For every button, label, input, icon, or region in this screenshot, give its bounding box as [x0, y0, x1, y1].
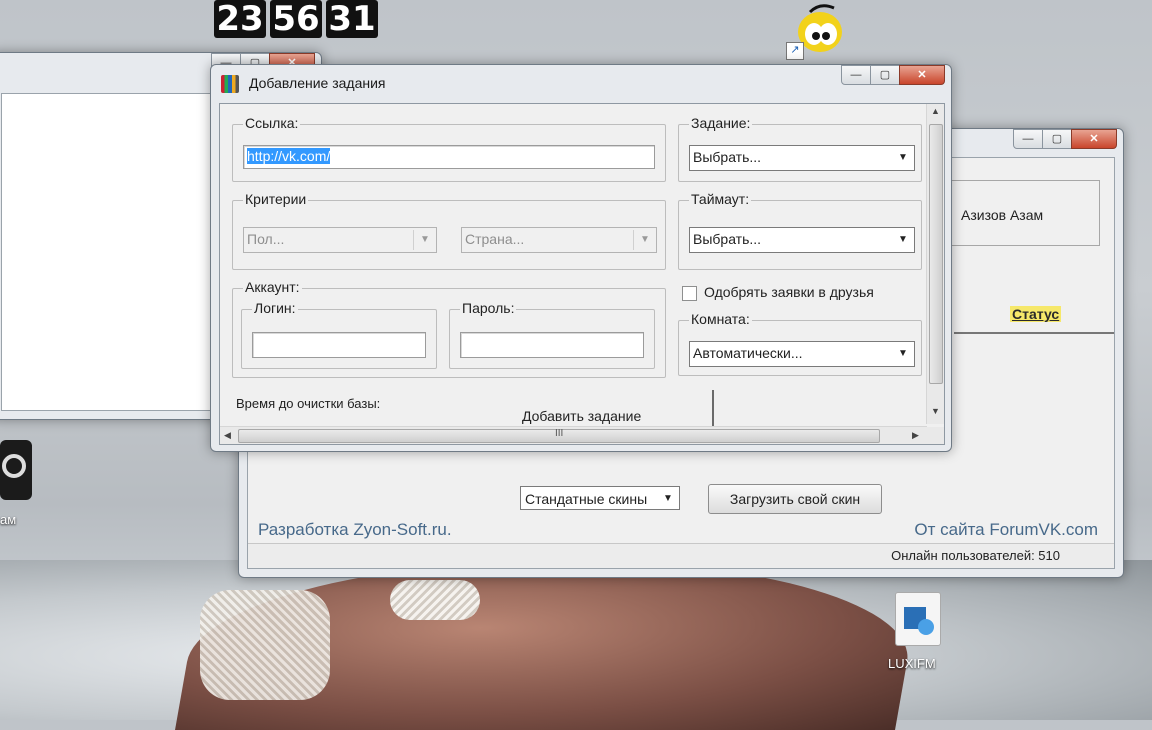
developer-link[interactable]: Разработка Zyon-Soft.ru.	[258, 520, 452, 540]
close-button[interactable]: ✕	[1071, 129, 1117, 149]
resize-grip-icon[interactable]	[927, 427, 944, 444]
add-task-dialog[interactable]: Добавление задания — ▢ ✕ Ссылка: http://…	[210, 64, 952, 452]
chevron-down-icon: ▼	[663, 493, 673, 504]
link-input-value: http://vk.com/	[247, 148, 331, 164]
account-group-label: Аккаунт:	[243, 279, 302, 295]
criteria-group: Критерии Пол... ▼ Страна... ▼	[232, 191, 666, 270]
timeout-group: Таймаут: Выбрать... ▼	[678, 191, 922, 270]
vertical-scrollbar[interactable]: ▲ ▼	[926, 104, 944, 424]
status-bar: Онлайн пользователей: 510	[248, 543, 1114, 568]
room-select-value: Автоматически...	[693, 345, 803, 361]
account-group: Аккаунт: Логин: Пароль:	[232, 279, 666, 378]
close-button[interactable]: ✕	[899, 65, 945, 85]
link-group: Ссылка: http://vk.com/	[232, 115, 666, 182]
task-select[interactable]: Выбрать... ▼	[689, 145, 915, 171]
timeout-group-label: Таймаут:	[689, 191, 752, 207]
app-icon	[221, 75, 239, 93]
tab-divider	[954, 332, 1114, 334]
wallpaper-lace	[390, 580, 480, 620]
wallpaper-lace	[200, 590, 330, 700]
status-link[interactable]: Статус	[1010, 306, 1062, 322]
password-group: Пароль:	[449, 300, 655, 369]
user-name: Азизов Азам	[961, 207, 1044, 223]
dialog-client-area: Ссылка: http://vk.com/ Критерии Пол... ▼…	[219, 103, 945, 445]
criteria-group-label: Критерии	[243, 191, 309, 207]
maximize-button[interactable]: ▢	[1042, 129, 1072, 149]
approve-friends-label[interactable]: Одобрять заявки в друзья	[704, 284, 874, 300]
minimize-button[interactable]: —	[1013, 129, 1043, 149]
horizontal-scrollbar[interactable]: ◀ III ▶	[220, 426, 927, 444]
desktop-icon-label: ам	[0, 512, 17, 527]
title-bar[interactable]: Добавление задания — ▢ ✕	[211, 65, 951, 93]
gender-select-value: Пол...	[247, 231, 285, 247]
horizontal-scroll-thumb[interactable]: III	[238, 428, 880, 443]
room-group-label: Комната:	[689, 311, 752, 327]
login-group-label: Логин:	[252, 300, 298, 316]
scroll-left-icon[interactable]: ◀	[224, 430, 231, 441]
scroll-down-icon[interactable]: ▼	[931, 406, 940, 416]
gender-select[interactable]: Пол... ▼	[243, 227, 437, 253]
timeout-select[interactable]: Выбрать... ▼	[689, 227, 915, 253]
clock-minutes: 56	[270, 0, 322, 38]
login-input[interactable]	[252, 332, 426, 358]
room-group: Комната: Автоматически... ▼	[678, 311, 922, 376]
task-select-value: Выбрать...	[693, 149, 762, 165]
vertical-scroll-thumb[interactable]	[929, 124, 943, 384]
password-group-label: Пароль:	[460, 300, 517, 316]
online-users-count: Онлайн пользователей: 510	[891, 548, 1060, 563]
task-group-label: Задание:	[689, 115, 753, 131]
chevron-down-icon: ▼	[640, 234, 650, 245]
steam-icon[interactable]	[0, 440, 32, 500]
link-input[interactable]: http://vk.com/	[243, 145, 655, 169]
chevron-down-icon: ▼	[420, 234, 430, 245]
country-select[interactable]: Страна... ▼	[461, 227, 657, 253]
task-group: Задание: Выбрать... ▼	[678, 115, 922, 182]
minimize-button[interactable]: —	[841, 65, 871, 85]
clock-seconds: 31	[326, 0, 378, 38]
desktop-clock-widget: 23 56 31	[214, 0, 378, 38]
chevron-down-icon: ▼	[898, 152, 908, 163]
maximize-button[interactable]: ▢	[870, 65, 900, 85]
luxifm-file-icon[interactable]	[895, 592, 941, 646]
room-select[interactable]: Автоматически... ▼	[689, 341, 915, 367]
add-task-button[interactable]: Добавить задание	[470, 390, 714, 430]
desktop-icon-label: LUXIFM	[888, 656, 936, 671]
dialog-title: Добавление задания	[249, 75, 386, 91]
chevron-down-icon: ▼	[898, 234, 908, 245]
login-group: Логин:	[241, 300, 437, 369]
scroll-up-icon[interactable]: ▲	[931, 106, 940, 116]
shortcut-arrow-icon: ↗	[786, 42, 804, 60]
skins-select-value: Стандатные скины	[525, 491, 648, 507]
clock-hours: 23	[214, 0, 266, 38]
scroll-right-icon[interactable]: ▶	[912, 430, 919, 441]
site-link[interactable]: От сайта ForumVK.com	[914, 520, 1098, 540]
approve-friends-checkbox[interactable]	[682, 286, 697, 301]
skins-select[interactable]: Стандатные скины ▼	[520, 486, 680, 510]
cleanup-time-label: Время до очистки базы:	[236, 396, 381, 411]
password-input[interactable]	[460, 332, 644, 358]
add-task-button-label: Добавить задание	[522, 408, 642, 424]
country-select-value: Страна...	[465, 231, 525, 247]
load-skin-button[interactable]: Загрузить свой скин	[708, 484, 882, 514]
user-profile-box[interactable]: Азизов Азам	[948, 180, 1100, 246]
scroll-grip-icon: III	[555, 428, 564, 439]
link-group-label: Ссылка:	[243, 115, 301, 131]
chevron-down-icon: ▼	[898, 348, 908, 359]
timeout-select-value: Выбрать...	[693, 231, 762, 247]
